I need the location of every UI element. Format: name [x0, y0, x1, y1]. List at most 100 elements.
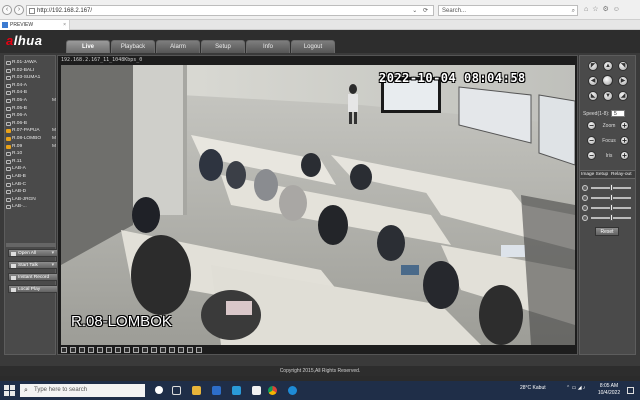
notification-icon[interactable]	[627, 387, 634, 394]
instant-record-button[interactable]: Instant Record	[8, 273, 58, 281]
chevron-down-icon[interactable]: ▾	[52, 262, 54, 269]
windows-start-icon[interactable]	[4, 385, 15, 396]
store-icon[interactable]	[212, 386, 221, 395]
browser-search-input[interactable]: Search... ⌕	[438, 5, 578, 16]
channel-item[interactable]: LAB-C	[6, 181, 56, 189]
refresh-icon[interactable]: ⌄ ⟳	[412, 6, 430, 16]
brightness-slider[interactable]	[582, 184, 634, 192]
saturation-slider[interactable]	[582, 204, 634, 212]
slider-thumb[interactable]	[609, 184, 613, 191]
chevron-down-icon[interactable]: ▾	[52, 250, 54, 257]
reset-button[interactable]: Reset	[595, 227, 619, 236]
prev-page-icon[interactable]	[187, 347, 193, 353]
audio-icon[interactable]	[124, 347, 130, 353]
iris-close-button[interactable]: −	[587, 151, 596, 160]
task-view-icon[interactable]	[172, 386, 181, 395]
tab-live[interactable]: Live	[66, 40, 110, 53]
file-explorer-icon[interactable]	[192, 386, 201, 395]
channel-item[interactable]: R.11	[6, 158, 56, 166]
channel-item[interactable]: R.06-A	[6, 112, 56, 120]
channel-list[interactable]: R.01-JAWA R.02-BALI R.03-SUMA1 R.04-A R.04-B…	[6, 59, 56, 242]
speed-select[interactable]: 5	[611, 110, 625, 117]
ptz-up-right-button[interactable]: ◥	[618, 61, 628, 71]
aspect-icon[interactable]	[169, 347, 175, 353]
back-button[interactable]: ‹	[2, 5, 12, 15]
channel-item[interactable]: R.05-B	[6, 105, 56, 113]
cortana-icon[interactable]	[155, 386, 163, 394]
ptz-left-button[interactable]: ◀	[588, 76, 598, 86]
chrome-icon[interactable]	[268, 386, 277, 395]
tab-image-setup[interactable]: Image Setup	[581, 172, 608, 177]
close-icon[interactable]: ×	[63, 20, 66, 30]
channel-item[interactable]: R.02-BALI	[6, 67, 56, 75]
ptz-center-button[interactable]	[602, 75, 613, 86]
tab-setup[interactable]: Setup	[201, 40, 245, 53]
focus-in-button[interactable]: +	[620, 136, 629, 145]
browser-tab-preview[interactable]: PREVIEW ×	[0, 20, 70, 30]
channel-item[interactable]: R.10	[6, 150, 56, 158]
slider-thumb[interactable]	[609, 204, 613, 211]
mail-icon[interactable]	[252, 386, 261, 395]
ptz-down-button[interactable]: ▼	[603, 91, 613, 101]
settings-icon[interactable]	[160, 347, 166, 353]
zoom-icon[interactable]	[133, 347, 139, 353]
stream-icon[interactable]	[142, 347, 148, 353]
record-icon[interactable]	[115, 347, 121, 353]
channel-item[interactable]: R.07-PAPUA M	[6, 127, 56, 135]
hue-slider[interactable]	[582, 214, 634, 222]
channel-item[interactable]: R.09 M	[6, 143, 56, 151]
ptz-up-button[interactable]: ▲	[603, 61, 613, 71]
weather-text[interactable]: 28°C Kabut	[520, 385, 546, 391]
gear-icon[interactable]: ⚙	[603, 6, 613, 13]
contrast-slider[interactable]	[582, 194, 634, 202]
clock[interactable]: 8:05 AM 10/4/2022	[595, 383, 623, 397]
tab-info[interactable]: Info	[246, 40, 290, 53]
start-talk-button[interactable]: Start Talk ▾	[8, 261, 58, 269]
address-bar[interactable]: http://192.168.2.167/ ⌄ ⟳	[26, 5, 434, 16]
taskbar-search-input[interactable]: ⌕ Type here to search	[20, 384, 145, 397]
zoom-in-button[interactable]: +	[620, 121, 629, 130]
tab-relay-out[interactable]: Relay-out	[611, 172, 632, 177]
layout-9-icon[interactable]	[79, 347, 85, 353]
ptz-up-left-button[interactable]: ◤	[588, 61, 598, 71]
channel-item[interactable]: R.05-A M	[6, 97, 56, 105]
forward-button[interactable]: ›	[14, 5, 24, 15]
fullscreen-icon[interactable]	[97, 347, 103, 353]
open-all-button[interactable]: Open All ▾	[8, 249, 58, 257]
tab-playback[interactable]: Playback	[111, 40, 155, 53]
ptz-down-left-button[interactable]: ◣	[588, 91, 598, 101]
channel-list-scrollbar[interactable]	[6, 243, 56, 247]
smiley-icon[interactable]: ☺	[613, 6, 624, 13]
channel-item[interactable]: LAB-A	[6, 165, 56, 173]
iris-open-button[interactable]: +	[620, 151, 629, 160]
tab-logout[interactable]: Logout	[291, 40, 335, 53]
slider-thumb[interactable]	[609, 194, 613, 201]
channel-item[interactable]: R.03-SUMA1	[6, 74, 56, 82]
next-page-icon[interactable]	[196, 347, 202, 353]
slider-thumb[interactable]	[609, 214, 613, 221]
layout-16-icon[interactable]	[88, 347, 94, 353]
snapshot-icon[interactable]	[106, 347, 112, 353]
channel-item[interactable]: LAB-...	[6, 203, 56, 211]
browser-ie-icon[interactable]	[288, 386, 297, 395]
channel-item[interactable]: R.01-JAWA	[6, 59, 56, 67]
home-icon[interactable]: ⌂	[584, 6, 592, 13]
edge-icon[interactable]	[232, 386, 241, 395]
ptz-down-right-button[interactable]: ◢	[618, 91, 628, 101]
ptz-right-button[interactable]: ▶	[618, 76, 628, 86]
live-video[interactable]: 2022-10-04 08:04:58 R.08-LOMBOK	[61, 65, 575, 345]
local-play-button[interactable]: Local Play	[8, 285, 58, 293]
zoom-out-button[interactable]: −	[587, 121, 596, 130]
channel-item[interactable]: R.06-B	[6, 120, 56, 128]
layout-1-icon[interactable]	[61, 347, 67, 353]
channel-item[interactable]: R.04-A	[6, 82, 56, 90]
tab-alarm[interactable]: Alarm	[156, 40, 200, 53]
channel-item[interactable]: LAB-JRGN	[6, 196, 56, 204]
close-video-icon[interactable]	[151, 347, 157, 353]
star-icon[interactable]: ☆	[592, 6, 602, 13]
channel-item[interactable]: R.04-B	[6, 89, 56, 97]
channel-item[interactable]: LAB-B	[6, 173, 56, 181]
focus-out-button[interactable]: −	[587, 136, 596, 145]
tray-icons[interactable]: ⌃ ▭ ◢ ♪	[566, 385, 585, 391]
layout-4-icon[interactable]	[70, 347, 76, 353]
